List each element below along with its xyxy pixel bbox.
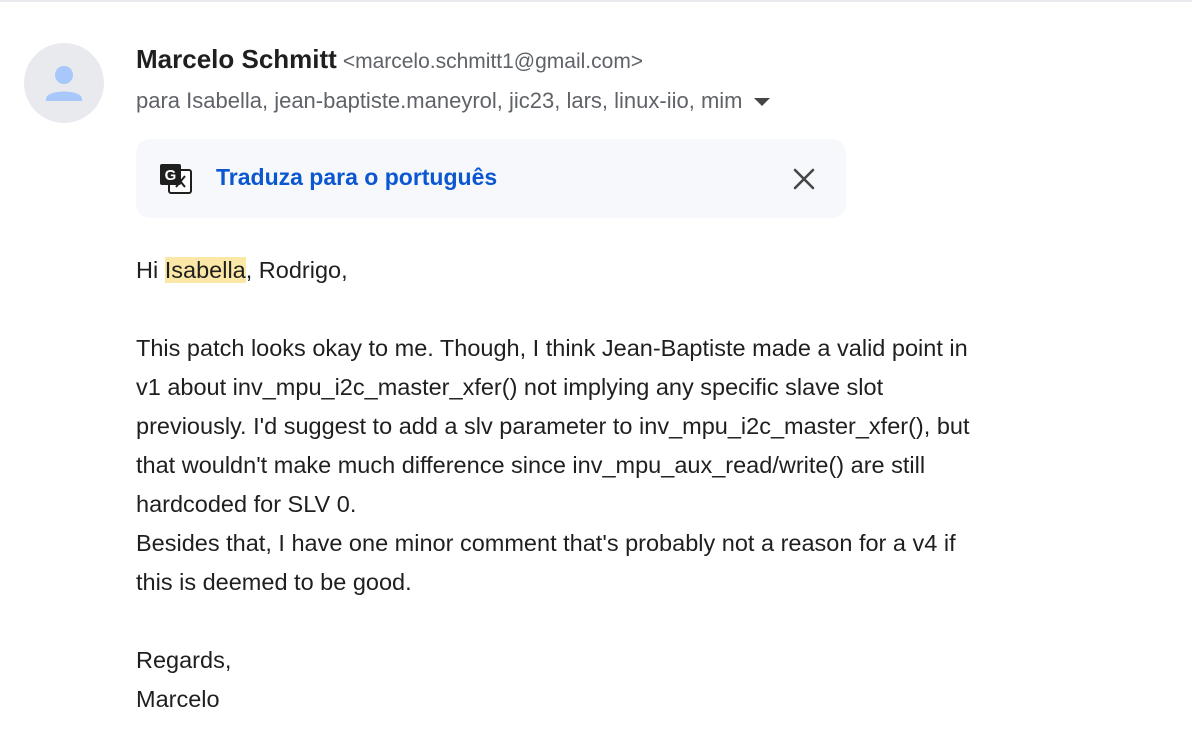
sender-line: Marcelo Schmitt <marcelo.schmitt1@gmail.c… — [136, 44, 643, 75]
body-line: hardcoded for SLV 0. — [136, 491, 357, 517]
person-icon — [46, 66, 82, 101]
body-line: this is deemed to be good. — [136, 569, 412, 595]
recipients-line: para Isabella, jean-baptiste.maneyrol, j… — [136, 88, 771, 114]
translate-link[interactable]: Traduza para o português — [216, 164, 497, 191]
body-line: Besides that, I have one minor comment t… — [136, 530, 956, 556]
avatar[interactable] — [24, 43, 104, 123]
signoff: Regards, — [136, 647, 232, 673]
greeting-suffix: , Rodrigo, — [245, 257, 348, 283]
message-body: Hi Isabella, Rodrigo, This patch looks o… — [136, 251, 1096, 719]
greeting-prefix: Hi — [136, 257, 165, 283]
body-line: that wouldn't make much difference since… — [136, 452, 926, 478]
body-line: previously. I'd suggest to add a slv par… — [136, 413, 970, 439]
highlighted-name: Isabella — [164, 257, 246, 283]
body-line: This patch looks okay to me. Though, I t… — [136, 335, 968, 361]
translate-bar: G Traduza para o português — [136, 139, 846, 218]
sender-email: <marcelo.schmitt1@gmail.com> — [342, 50, 644, 73]
top-divider — [0, 0, 1192, 2]
recipients-text: para Isabella, jean-baptiste.maneyrol, j… — [136, 88, 743, 113]
greeting-line: Hi Isabella, Rodrigo, — [136, 251, 1096, 290]
google-translate-icon: G — [158, 162, 194, 196]
close-icon[interactable] — [792, 167, 816, 191]
svg-text:G: G — [165, 167, 177, 184]
signature: Marcelo — [136, 686, 220, 712]
chevron-down-icon[interactable] — [754, 98, 771, 106]
sender-name[interactable]: Marcelo Schmitt — [136, 44, 337, 74]
body-line: v1 about inv_mpu_i2c_master_xfer() not i… — [136, 374, 884, 400]
